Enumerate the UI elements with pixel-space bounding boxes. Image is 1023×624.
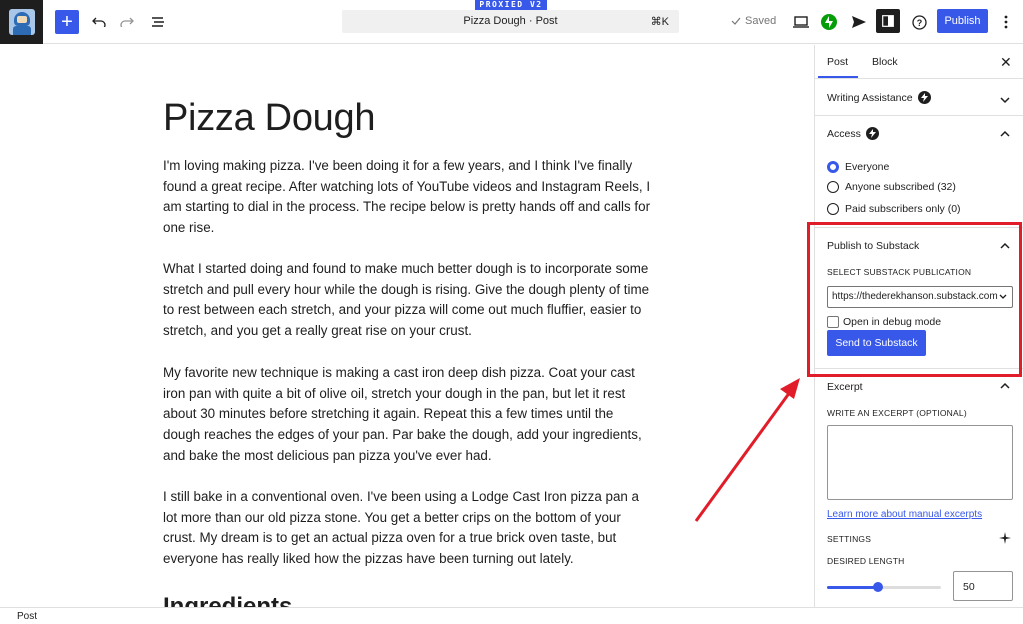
settings-sidebar: Post Block ✕ Writing Assistance Access E… bbox=[814, 45, 1023, 607]
help-icon[interactable]: ? bbox=[907, 10, 931, 34]
tab-post[interactable]: Post bbox=[827, 56, 848, 68]
chevron-down-icon[interactable] bbox=[1000, 95, 1010, 105]
preview-desktop-icon[interactable] bbox=[789, 10, 813, 34]
slider-fill bbox=[827, 586, 879, 589]
excerpt-title: Excerpt bbox=[827, 381, 863, 393]
command-shortcut: ⌘K bbox=[650, 16, 669, 28]
access-option-paid[interactable]: Paid subscribers only (0) bbox=[827, 203, 961, 215]
desired-length-label: DESIRED LENGTH bbox=[827, 556, 905, 566]
proxied-banner: PROXIED V2 bbox=[475, 0, 547, 10]
excerpt-textarea[interactable] bbox=[827, 425, 1013, 500]
chevron-up-icon[interactable] bbox=[1000, 381, 1010, 391]
publication-select[interactable]: https://thederekhanson.substack.com bbox=[827, 286, 1013, 308]
bolt-icon bbox=[917, 91, 931, 104]
astronaut-avatar-icon bbox=[8, 9, 35, 35]
undo-icon[interactable] bbox=[87, 10, 111, 34]
chevron-up-icon[interactable] bbox=[1000, 241, 1010, 251]
command-palette-bar[interactable]: Pizza Dough · Post ⌘K bbox=[342, 10, 679, 33]
publish-button[interactable]: Publish bbox=[937, 9, 988, 33]
status-footer: Post bbox=[0, 607, 1023, 624]
access-panel-toggle[interactable]: Access bbox=[827, 127, 879, 140]
debug-mode-label: Open in debug mode bbox=[843, 316, 942, 328]
sidebar-tabs: Post Block ✕ bbox=[815, 45, 1023, 79]
radio-label: Paid subscribers only (0) bbox=[845, 203, 961, 215]
chevron-up-icon[interactable] bbox=[1000, 129, 1010, 139]
radio[interactable] bbox=[827, 203, 839, 215]
svg-text:?: ? bbox=[916, 18, 922, 28]
paragraph-block[interactable]: I'm loving making pizza. I've been doing… bbox=[163, 156, 653, 239]
add-block-button[interactable]: + bbox=[55, 10, 79, 34]
more-options-icon[interactable] bbox=[994, 10, 1018, 34]
bolt-icon bbox=[865, 127, 879, 140]
top-toolbar: + PROXIED V2 Pizza Dough · Post ⌘K Saved bbox=[0, 0, 1023, 44]
saved-status: Saved bbox=[731, 15, 776, 27]
close-icon[interactable]: ✕ bbox=[1000, 54, 1012, 71]
tab-block[interactable]: Block bbox=[872, 56, 898, 68]
desired-length-slider[interactable] bbox=[827, 582, 941, 592]
paragraph-block[interactable]: My favorite new technique is making a ca… bbox=[163, 363, 653, 467]
command-title: Pizza Dough · Post bbox=[463, 15, 558, 27]
slider-thumb[interactable] bbox=[873, 582, 884, 592]
send-to-substack-button[interactable]: Send to Substack bbox=[827, 330, 926, 356]
post-title[interactable]: Pizza Dough bbox=[163, 97, 375, 140]
excerpt-panel-toggle[interactable]: Excerpt bbox=[827, 381, 863, 393]
excerpt-field-label: WRITE AN EXCERPT (OPTIONAL) bbox=[827, 408, 967, 418]
breadcrumb[interactable]: Post bbox=[17, 611, 37, 622]
site-logo[interactable] bbox=[0, 0, 43, 44]
panel-divider bbox=[815, 115, 1023, 116]
checkmark-icon bbox=[731, 17, 741, 25]
settings-label: SETTINGS bbox=[827, 534, 872, 544]
radio-label: Anyone subscribed (32) bbox=[845, 181, 956, 193]
writing-assistance-panel-toggle[interactable]: Writing Assistance bbox=[827, 91, 931, 104]
paragraph-block[interactable]: I still bake in a conventional oven. I'v… bbox=[163, 487, 653, 570]
desired-length-input[interactable]: 50 bbox=[953, 571, 1013, 601]
access-option-everyone[interactable]: Everyone bbox=[827, 161, 889, 173]
access-title: Access bbox=[827, 127, 861, 140]
debug-mode-checkbox[interactable] bbox=[827, 316, 839, 328]
editor-app: + PROXIED V2 Pizza Dough · Post ⌘K Saved bbox=[0, 0, 1023, 624]
jetpack-icon[interactable] bbox=[817, 10, 841, 34]
sidebar-panel-icon bbox=[882, 15, 894, 27]
panel-divider bbox=[815, 227, 1023, 228]
redo-icon[interactable] bbox=[115, 10, 139, 34]
writing-assistance-title: Writing Assistance bbox=[827, 91, 913, 104]
document-overview-icon[interactable] bbox=[146, 10, 170, 34]
chevron-down-icon bbox=[999, 294, 1007, 299]
settings-sidebar-toggle[interactable] bbox=[876, 9, 900, 33]
panel-divider bbox=[815, 368, 1023, 369]
substack-title: Publish to Substack bbox=[827, 240, 920, 252]
manual-excerpts-link[interactable]: Learn more about manual excerpts bbox=[827, 509, 982, 520]
send-icon[interactable] bbox=[847, 10, 871, 34]
radio[interactable] bbox=[827, 181, 839, 193]
radio-selected[interactable] bbox=[827, 161, 839, 173]
saved-label: Saved bbox=[745, 15, 777, 27]
access-option-subscribed[interactable]: Anyone subscribed (32) bbox=[827, 181, 956, 193]
heading-block[interactable]: Ingredients bbox=[163, 593, 292, 607]
paragraph-block[interactable]: What I started doing and found to make m… bbox=[163, 259, 653, 342]
editor-canvas: Pizza Dough I'm loving making pizza. I'v… bbox=[0, 45, 814, 607]
active-tab-indicator bbox=[818, 76, 858, 78]
radio-label: Everyone bbox=[845, 161, 890, 173]
substack-panel-toggle[interactable]: Publish to Substack bbox=[827, 240, 919, 252]
select-publication-label: SELECT SUBSTACK PUBLICATION bbox=[827, 267, 972, 277]
debug-mode-checkbox-row[interactable]: Open in debug mode bbox=[827, 316, 941, 328]
sparkle-icon[interactable] bbox=[999, 532, 1011, 544]
